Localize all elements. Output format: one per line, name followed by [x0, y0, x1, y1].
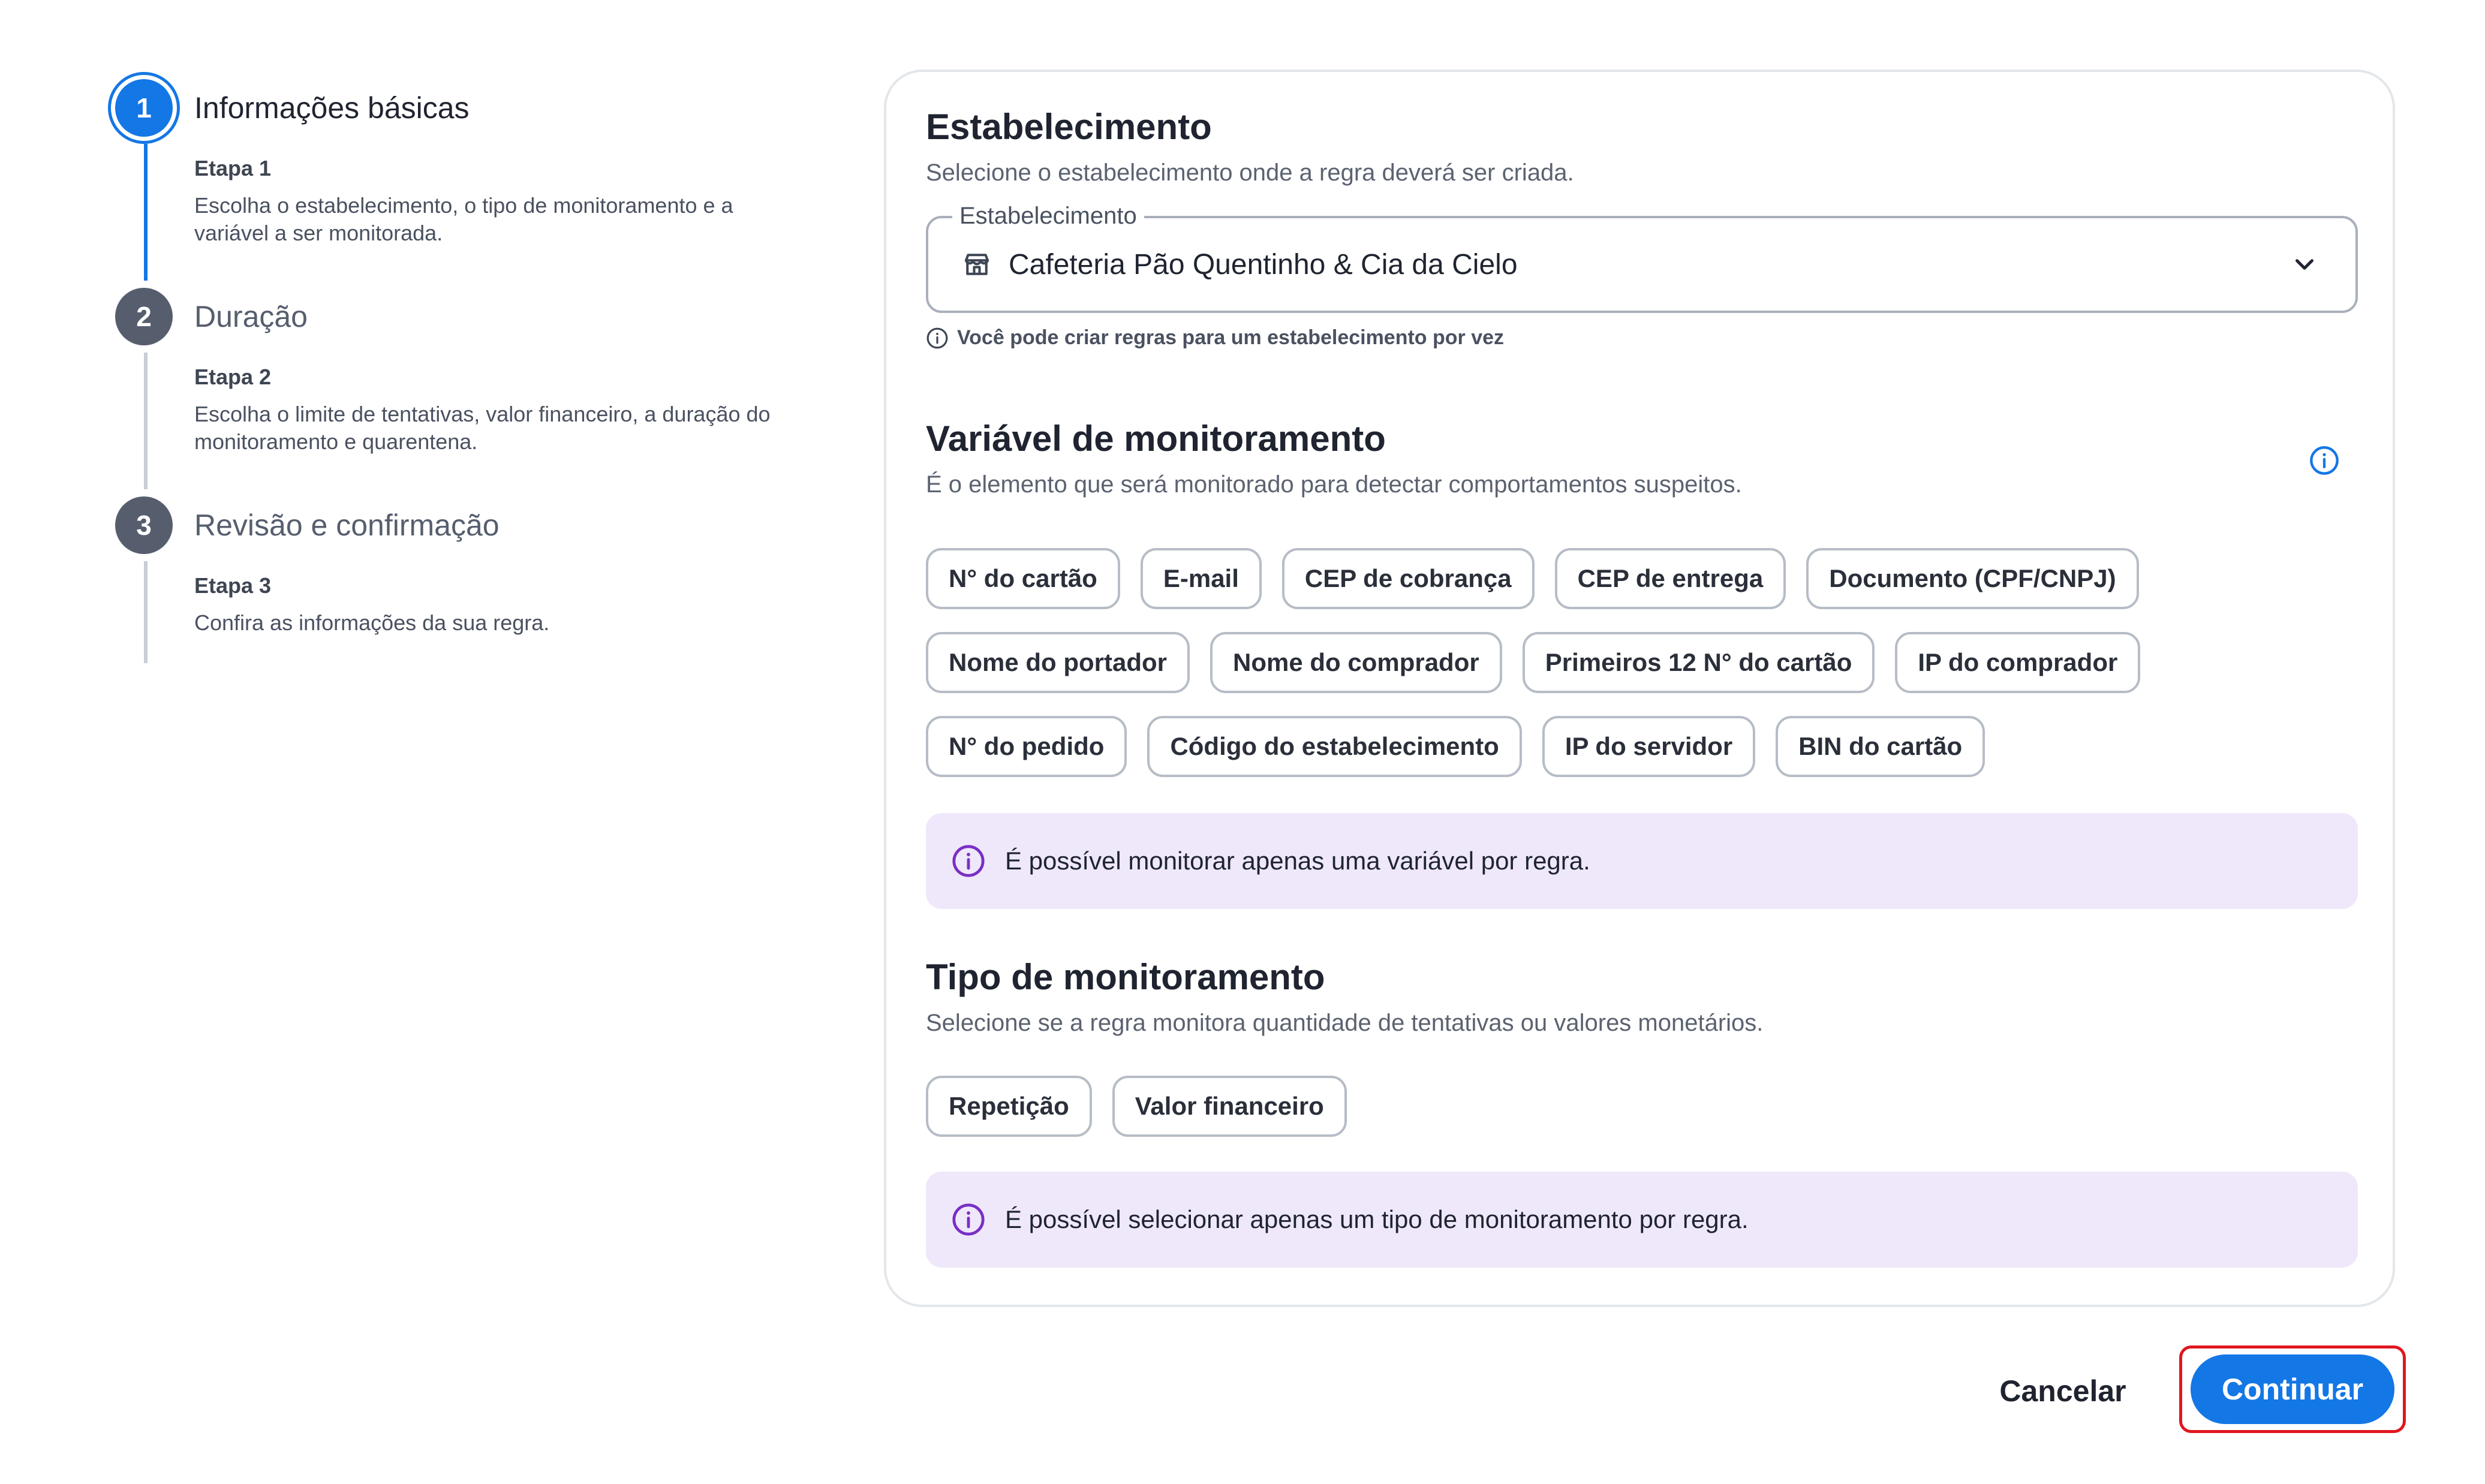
establishment-field-label: Estabelecimento [952, 200, 1144, 231]
step-desc-3: Confira as informações da sua regra. [194, 610, 550, 635]
chip-delivery-zip[interactable]: CEP de entrega [1554, 548, 1786, 609]
variable-notice: É possível monitorar apenas uma variável… [926, 813, 2358, 909]
step-1[interactable]: 1 Informações básicas Etapa 1 Escolha o … [108, 72, 816, 281]
chip-email[interactable]: E-mail [1140, 548, 1262, 609]
chip-server-ip[interactable]: IP do servidor [1542, 716, 1756, 777]
step-label-2: Etapa 2 [194, 365, 272, 389]
continue-button[interactable]: Continuar [2191, 1354, 2394, 1424]
step-label-3: Etapa 3 [194, 573, 272, 598]
chip-merchant-code[interactable]: Código do estabelecimento [1147, 716, 1522, 777]
step-number-3: 3 [115, 496, 173, 554]
step-label-1: Etapa 1 [194, 156, 272, 180]
variable-chip-group: N° do cartão E-mail CEP de cobrança CEP … [926, 548, 2358, 777]
step-title-3: Revisão e confirmação [194, 508, 500, 542]
chip-financial-value[interactable]: Valor financeiro [1112, 1076, 1347, 1137]
establishment-title: Estabelecimento [926, 107, 1212, 147]
stepper: 1 Informações básicas Etapa 1 Escolha o … [108, 72, 816, 663]
monitoring-type-section: Tipo de monitoramento Selecione se a reg… [926, 953, 2358, 1268]
continue-button-highlight: Continuar [2179, 1345, 2406, 1433]
variable-notice-text: É possível monitorar apenas uma variável… [1005, 847, 1590, 875]
store-icon [964, 254, 989, 275]
info-icon[interactable] [2309, 445, 2340, 476]
establishment-select-value: Cafeteria Pão Quentinho & Cia da Cielo [1009, 248, 1518, 281]
chip-buyer-ip[interactable]: IP do comprador [1895, 632, 2141, 693]
chip-first-12-digits[interactable]: Primeiros 12 N° do cartão [1522, 632, 1875, 693]
monitoring-type-notice-text: É possível selecionar apenas um tipo de … [1005, 1205, 1749, 1233]
step-3[interactable]: 3 Revisão e confirmação Etapa 3 Confira … [108, 489, 816, 663]
establishment-hint-text: Você pode criar regras para um estabelec… [957, 326, 1505, 349]
chevron-down-icon[interactable] [2290, 249, 2319, 279]
step-2[interactable]: 2 Duração Etapa 2 Escolha o limite de te… [108, 281, 816, 489]
rule-form-card: Estabelecimento Selecione o estabelecime… [884, 70, 2395, 1307]
establishment-hint: Você pode criar regras para um estabelec… [926, 326, 2358, 350]
chip-repetition[interactable]: Repetição [926, 1076, 1092, 1137]
monitoring-type-title: Tipo de monitoramento [926, 957, 1325, 997]
info-icon [952, 845, 985, 877]
cancel-button[interactable]: Cancelar [1973, 1356, 2153, 1426]
variable-section: Variável de monitoramento É o elemento q… [926, 415, 2358, 909]
monitoring-type-notice: É possível selecionar apenas um tipo de … [926, 1172, 2358, 1268]
variable-subtitle: É o elemento que será monitorado para de… [926, 471, 1742, 498]
establishment-select[interactable]: Cafeteria Pão Quentinho & Cia da Cielo E… [926, 200, 2358, 313]
monitoring-type-subtitle: Selecione se a regra monitora quantidade… [926, 1010, 1764, 1036]
step-title-2: Duração [194, 300, 308, 333]
info-icon [952, 1203, 985, 1236]
chip-cardholder-name[interactable]: Nome do portador [926, 632, 1190, 693]
establishment-section: Estabelecimento Selecione o estabelecime… [926, 103, 2358, 350]
info-icon [926, 327, 948, 348]
chip-buyer-name[interactable]: Nome do comprador [1210, 632, 1502, 693]
step-desc-2: Escolha o limite de tentativas, valor fi… [194, 402, 771, 454]
chip-document[interactable]: Documento (CPF/CNPJ) [1806, 548, 2139, 609]
step-number-2: 2 [115, 288, 173, 345]
step-title-1: Informações básicas [194, 91, 470, 125]
step-number-1: 1 [115, 79, 173, 137]
chip-card-bin[interactable]: BIN do cartão [1776, 716, 1985, 777]
monitoring-type-chip-group: Repetição Valor financeiro [926, 1076, 2358, 1137]
chip-order-number[interactable]: N° do pedido [926, 716, 1127, 777]
chip-billing-zip[interactable]: CEP de cobrança [1281, 548, 1535, 609]
chip-card-number[interactable]: N° do cartão [926, 548, 1120, 609]
variable-title: Variável de monitoramento [926, 419, 1386, 459]
establishment-subtitle: Selecione o estabelecimento onde a regra… [926, 159, 1574, 186]
step-desc-1: Escolha o estabelecimento, o tipo de mon… [194, 193, 733, 245]
